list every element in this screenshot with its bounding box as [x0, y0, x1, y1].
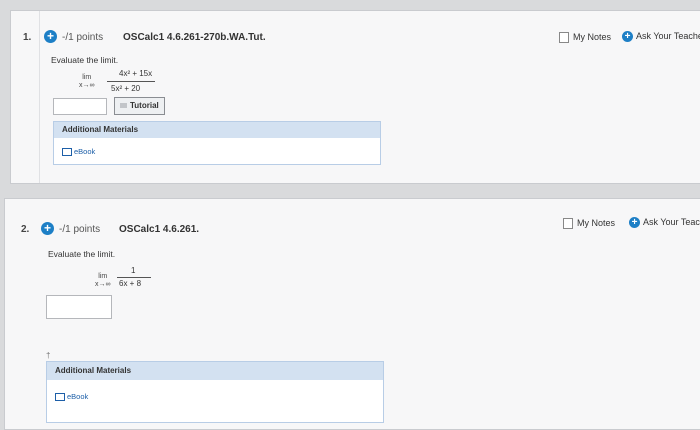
lim-text: lim: [98, 273, 108, 280]
limit-operator: lim x→∞: [79, 74, 95, 90]
fraction-numerator: 4x² + 15x: [119, 69, 153, 78]
additional-materials-header: Additional Materials: [54, 122, 380, 138]
tutorial-button[interactable]: Tutorial: [114, 97, 165, 115]
notes-icon: [563, 218, 573, 230]
my-notes-label: My Notes: [573, 32, 612, 42]
tutorial-icon: [120, 103, 127, 109]
ebook-label: eBook: [74, 147, 96, 156]
plus-icon: +: [629, 217, 640, 229]
fraction-bar: [117, 277, 151, 278]
plus-icon: +: [622, 31, 633, 43]
points-label: -/1 points: [59, 224, 101, 235]
expand-plus-icon[interactable]: +: [44, 30, 57, 43]
lim-subscript: x→∞: [79, 82, 95, 89]
fraction-denominator: 6x + 8: [119, 279, 142, 288]
additional-materials-box: Additional Materials eBook: [46, 361, 384, 423]
answer-input[interactable]: [46, 295, 112, 319]
additional-materials-box: Additional Materials eBook: [53, 121, 381, 165]
ebook-label: eBook: [67, 392, 89, 401]
ebook-link[interactable]: eBook: [47, 380, 383, 413]
tutorial-label: Tutorial: [130, 101, 159, 110]
ebook-icon: [55, 393, 65, 402]
footnote-mark: †: [46, 351, 51, 360]
ask-teacher-label: Ask Your Teach: [643, 217, 700, 227]
ask-teacher-button[interactable]: + Ask Your Teach: [629, 217, 700, 229]
limit-operator: lim x→∞: [95, 273, 111, 289]
my-notes-link[interactable]: My Notes: [563, 218, 616, 230]
notes-icon: [559, 32, 569, 44]
question-id: OSCalc1 4.6.261-270b.WA.Tut.: [123, 32, 266, 43]
additional-materials-header: Additional Materials: [47, 362, 383, 380]
my-notes-link[interactable]: My Notes: [559, 32, 612, 44]
lim-subscript: x→∞: [95, 281, 111, 288]
question-number: 2.: [21, 224, 30, 235]
my-notes-label: My Notes: [577, 218, 616, 228]
question-id: OSCalc1 4.6.261.: [119, 224, 200, 235]
fraction-numerator: 1: [131, 266, 136, 275]
points-label: -/1 points: [62, 32, 104, 43]
question-prompt: Evaluate the limit.: [51, 55, 119, 65]
question-prompt: Evaluate the limit.: [48, 249, 116, 259]
lim-text: lim: [82, 74, 92, 81]
question-2-panel: 2. + -/1 points OSCalc1 4.6.261. My Note…: [4, 198, 700, 430]
question-1-panel: 1. + -/1 points OSCalc1 4.6.261-270b.WA.…: [10, 10, 700, 184]
ask-teacher-label: Ask Your Teache: [636, 31, 700, 41]
ebook-link[interactable]: eBook: [54, 138, 380, 165]
question-number: 1.: [23, 32, 32, 43]
fraction-bar: [107, 81, 155, 82]
expand-plus-icon[interactable]: +: [41, 222, 54, 235]
divider: [39, 11, 40, 183]
fraction-denominator: 5x² + 20: [111, 84, 141, 93]
answer-input[interactable]: [53, 98, 107, 115]
ask-teacher-button[interactable]: + Ask Your Teache: [622, 31, 700, 43]
ebook-icon: [62, 148, 72, 157]
